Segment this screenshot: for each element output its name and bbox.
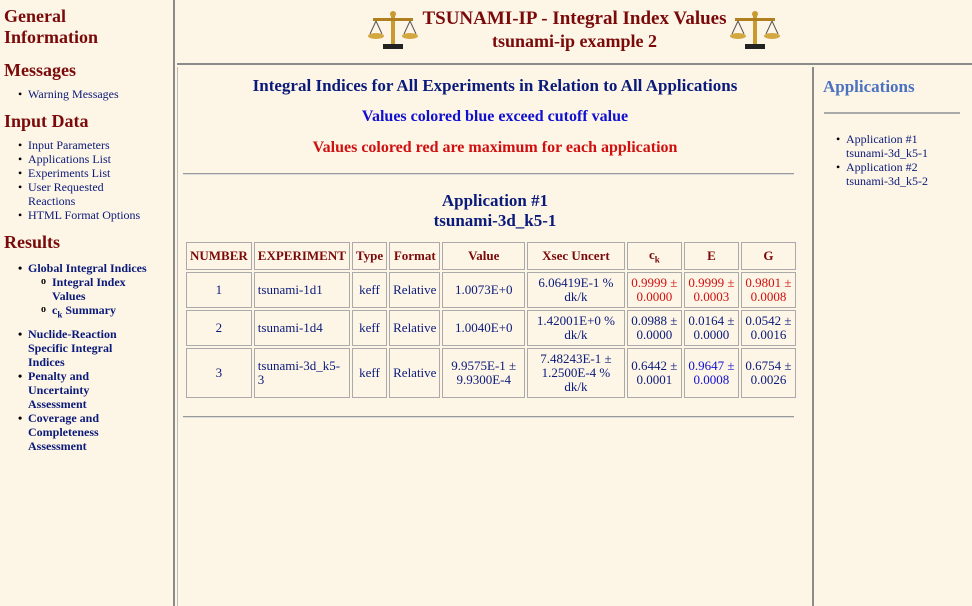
cell-experiment: tsunami-1d1 bbox=[253, 272, 350, 308]
application-title: Application #1 bbox=[441, 191, 549, 210]
applications-heading: Applications bbox=[823, 77, 915, 96]
results-list: Global Integral Indices Integral Index V… bbox=[14, 261, 169, 453]
cell-value: 1.0073E+0 bbox=[442, 272, 526, 308]
main-heading: Integral Indices for All Experiments in … bbox=[252, 76, 738, 95]
divider bbox=[824, 112, 960, 114]
page-subtitle: tsunami-ip example 2 bbox=[491, 31, 657, 51]
col-g: G bbox=[740, 242, 796, 270]
user-requested-reactions-link[interactable]: User Requested Reactions bbox=[14, 180, 119, 208]
global-integral-indices-link[interactable]: Global Integral Indices Integral Index V… bbox=[14, 261, 169, 321]
col-e: E bbox=[683, 242, 739, 270]
cell-format: Relative bbox=[389, 348, 441, 398]
title-block: TSUNAMI-IP - Integral Index Values tsuna… bbox=[177, 8, 972, 52]
integral-index-table: NUMBER EXPERIMENT Type Format Value Xsec… bbox=[184, 240, 798, 400]
cell-g: 0.6754 ± 0.0026 bbox=[740, 348, 796, 398]
applications-list: Application #1 tsunami-3d_k5-1 Applicati… bbox=[832, 132, 966, 188]
nuclide-reaction-link[interactable]: Nuclide-Reaction Specific Integral Indic… bbox=[14, 327, 124, 369]
table-row: 3 tsunami-3d_k5-3 keff Relative 9.9575E-… bbox=[186, 348, 796, 398]
application-name: tsunami-3d_k5-1 bbox=[433, 211, 557, 230]
input-data-heading[interactable]: Input Data bbox=[4, 111, 169, 132]
global-sublist: Integral Index Values ck Summary bbox=[40, 275, 169, 321]
col-format: Format bbox=[389, 242, 441, 270]
table-row: 1 tsunami-1d1 keff Relative 1.0073E+0 6.… bbox=[186, 272, 796, 308]
cell-number: 2 bbox=[186, 310, 252, 346]
col-xsec-uncert: Xsec Uncert bbox=[527, 242, 625, 270]
messages-heading[interactable]: Messages bbox=[4, 60, 169, 81]
col-number: NUMBER bbox=[186, 242, 252, 270]
cell-experiment: tsunami-3d_k5-3 bbox=[253, 348, 350, 398]
ck-summary-link[interactable]: ck Summary bbox=[40, 303, 169, 321]
cell-type: keff bbox=[351, 310, 388, 346]
cell-experiment: tsunami-1d4 bbox=[253, 310, 350, 346]
col-experiment: EXPERIMENT bbox=[253, 242, 350, 270]
title-frame: TSUNAMI-IP - Integral Index Values tsuna… bbox=[177, 0, 972, 65]
cell-value: 1.0040E+0 bbox=[442, 310, 526, 346]
table-row: 2 tsunami-1d4 keff Relative 1.0040E+0 1.… bbox=[186, 310, 796, 346]
cell-ck: 0.0988 ± 0.0000 bbox=[626, 310, 682, 346]
cell-xsec: 1.42001E+0 % dk/k bbox=[527, 310, 625, 346]
cell-xsec: 7.48243E-1 ± 1.2500E-4 % dk/k bbox=[527, 348, 625, 398]
application-name: tsunami-3d_k5-2 bbox=[846, 174, 928, 188]
input-data-list: Input Parameters Applications List Exper… bbox=[14, 138, 169, 222]
messages-list: Warning Messages bbox=[14, 87, 169, 101]
cell-value: 9.9575E-1 ± 9.9300E-4 bbox=[442, 348, 526, 398]
warning-messages-link[interactable]: Warning Messages bbox=[14, 87, 169, 101]
col-ck: ck bbox=[626, 242, 682, 270]
application-name: tsunami-3d_k5-1 bbox=[846, 146, 928, 160]
cell-format: Relative bbox=[389, 310, 441, 346]
application-label: Application #2 bbox=[846, 160, 918, 174]
penalty-uncertainty-link[interactable]: Penalty and Uncertainty Assessment bbox=[14, 369, 119, 411]
cell-g: 0.0542 ± 0.0016 bbox=[740, 310, 796, 346]
integral-index-values-link[interactable]: Integral Index Values bbox=[40, 275, 135, 303]
applications-list-link[interactable]: Applications List bbox=[14, 152, 169, 166]
page-title: TSUNAMI-IP - Integral Index Values bbox=[422, 8, 727, 29]
ck-summary-label: Summary bbox=[62, 303, 117, 317]
application-link-2[interactable]: Application #2 tsunami-3d_k5-2 bbox=[832, 160, 966, 188]
cell-number: 3 bbox=[186, 348, 252, 398]
cell-e: 0.0164 ± 0.0000 bbox=[683, 310, 739, 346]
cell-ck: 0.6442 ± 0.0001 bbox=[626, 348, 682, 398]
global-integral-indices-label: Global Integral Indices bbox=[28, 261, 147, 275]
cell-number: 1 bbox=[186, 272, 252, 308]
main-content-frame: Integral Indices for All Experiments in … bbox=[177, 67, 814, 606]
blue-cutoff-note: Values colored blue exceed cutoff value bbox=[361, 108, 629, 125]
col-type: Type bbox=[351, 242, 388, 270]
col-value: Value bbox=[442, 242, 526, 270]
cell-format: Relative bbox=[389, 272, 441, 308]
general-information-link[interactable]: General Information bbox=[4, 6, 114, 48]
experiments-list-link[interactable]: Experiments List bbox=[14, 166, 169, 180]
input-parameters-link[interactable]: Input Parameters bbox=[14, 138, 169, 152]
application-label: Application #1 bbox=[846, 132, 918, 146]
results-heading[interactable]: Results bbox=[4, 232, 169, 253]
html-format-options-link[interactable]: HTML Format Options bbox=[14, 208, 169, 222]
application-link-1[interactable]: Application #1 tsunami-3d_k5-1 bbox=[832, 132, 966, 160]
cell-e: 0.9999 ± 0.0003 bbox=[683, 272, 739, 308]
divider bbox=[183, 416, 794, 418]
left-nav-frame: General Information Messages Warning Mes… bbox=[0, 0, 175, 606]
red-max-note: Values colored red are maximum for each … bbox=[312, 139, 678, 156]
cell-xsec: 6.06419E-1 % dk/k bbox=[527, 272, 625, 308]
ck-k: k bbox=[654, 254, 660, 265]
cell-g: 0.9801 ± 0.0008 bbox=[740, 272, 796, 308]
cell-ck: 0.9999 ± 0.0000 bbox=[626, 272, 682, 308]
cell-e: 0.9647 ± 0.0008 bbox=[683, 348, 739, 398]
coverage-completeness-link[interactable]: Coverage and Completeness Assessment bbox=[14, 411, 119, 453]
cell-type: keff bbox=[351, 272, 388, 308]
applications-frame: Applications Application #1 tsunami-3d_k… bbox=[816, 67, 972, 606]
cell-type: keff bbox=[351, 348, 388, 398]
table-header-row: NUMBER EXPERIMENT Type Format Value Xsec… bbox=[186, 242, 796, 270]
divider bbox=[183, 173, 794, 175]
